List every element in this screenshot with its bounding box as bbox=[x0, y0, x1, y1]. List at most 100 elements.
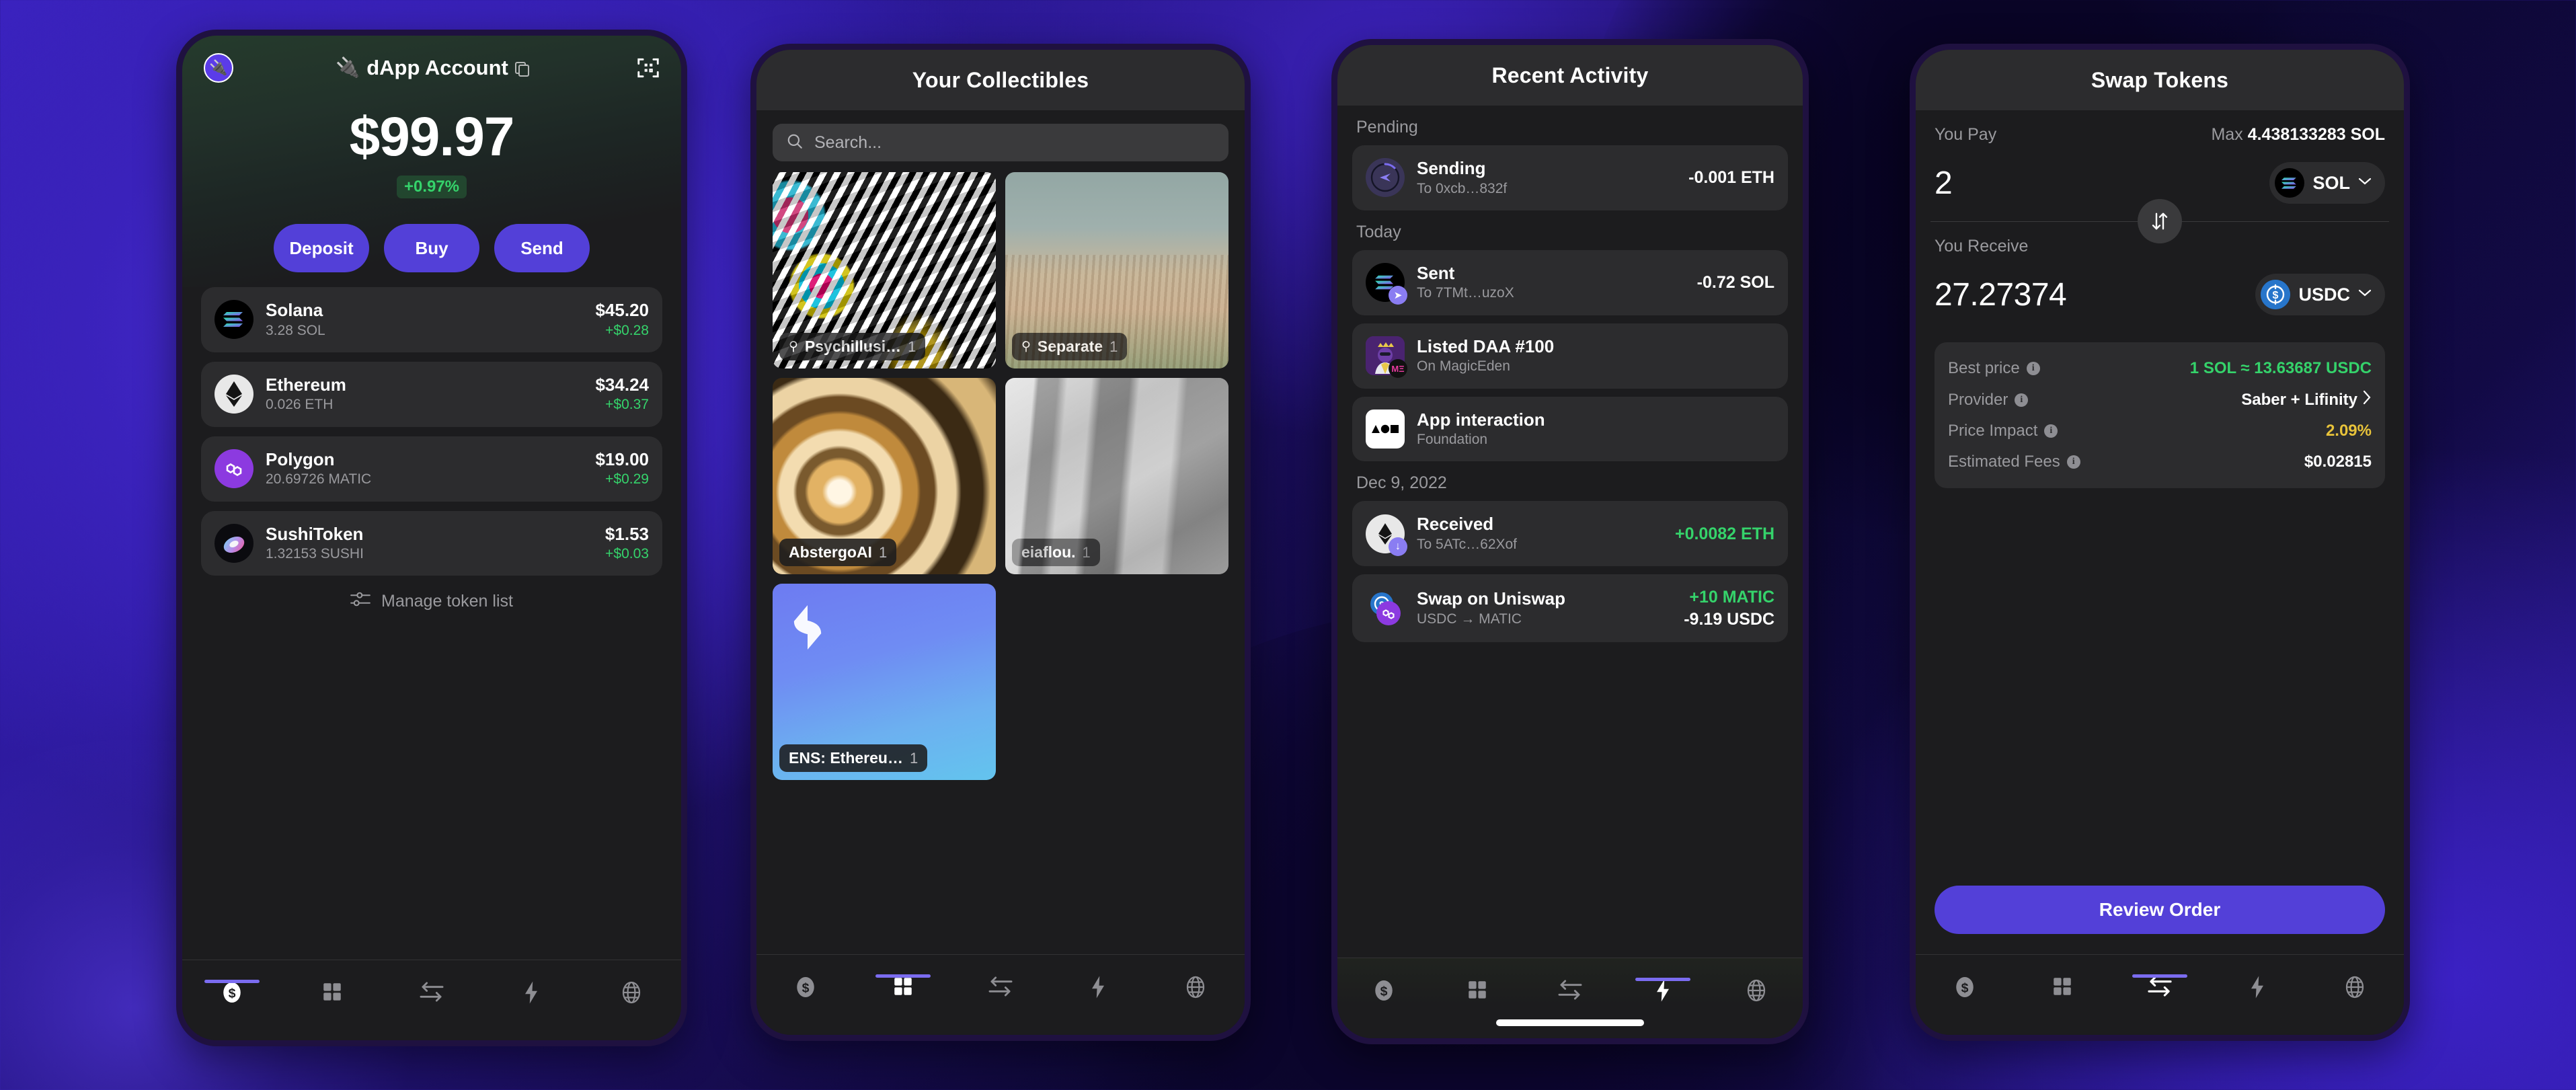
info-icon[interactable]: i bbox=[2066, 455, 2080, 469]
row-values: -0.72 SOL bbox=[1697, 272, 1774, 294]
nft-count: 1 bbox=[1109, 338, 1118, 355]
tab-browser[interactable] bbox=[1725, 978, 1787, 1003]
row-value-secondary: -9.19 USDC bbox=[1684, 609, 1774, 629]
table-row[interactable]: $ Swap on Uniswap USDC → MATIC +10 MATIC… bbox=[1352, 574, 1788, 643]
swap-direction-button[interactable] bbox=[2138, 199, 2182, 243]
estimated-fees-label: Estimated Fees bbox=[1948, 453, 2060, 471]
swap-phone: Swap Tokens You Pay Max 4.438133283 SOL … bbox=[1910, 44, 2410, 1041]
tab-activity[interactable] bbox=[2226, 975, 2288, 999]
max-balance[interactable]: Max 4.438133283 SOL bbox=[2211, 125, 2385, 145]
table-row[interactable]: SushiToken 1.32153 SUSHI $1.53 +$0.03 bbox=[201, 510, 662, 576]
list-item[interactable]: AbstergoAI 1 bbox=[773, 378, 996, 574]
active-tab-indicator bbox=[875, 974, 931, 978]
info-icon[interactable]: i bbox=[2026, 362, 2040, 375]
activity-header: Recent Activity bbox=[1337, 45, 1803, 106]
ethereum-logo-icon: ↓ bbox=[1366, 514, 1407, 556]
row-info: Received To 5ATc…62Xof bbox=[1417, 513, 1663, 554]
tab-activity[interactable] bbox=[1632, 978, 1694, 1003]
scan-qr-icon[interactable] bbox=[635, 55, 661, 81]
nft-name: ENS: Ethereu… bbox=[789, 749, 903, 767]
tab-tokens[interactable]: $ bbox=[1934, 975, 1996, 999]
tab-swap[interactable] bbox=[970, 975, 1031, 998]
receive-token-selector[interactable]: $ USDC bbox=[2255, 274, 2385, 315]
pin-icon: ⚲ bbox=[1021, 340, 1031, 354]
sending-spinner-icon bbox=[1366, 158, 1405, 198]
tab-browser[interactable] bbox=[600, 980, 662, 1005]
nft-name: Separate bbox=[1037, 338, 1103, 355]
token-value: $45.20 bbox=[595, 300, 649, 320]
swap-details: Best price i 1 SOL ≈ 13.63687 USDC Provi… bbox=[1935, 342, 2385, 488]
row-title: Listed DAA #100 bbox=[1417, 336, 1555, 356]
row-title: Sent bbox=[1417, 262, 1455, 283]
table-row[interactable]: Ethereum 0.026 ETH $34.24 +$0.37 bbox=[201, 361, 662, 427]
collectibles-grid: ⚲ Psychillusi… 1 ⚲ Separate 1 AbstergoAI… bbox=[756, 161, 1245, 780]
tab-swap[interactable] bbox=[2129, 974, 2191, 998]
list-item[interactable]: eiaflou. 1 bbox=[1005, 378, 1228, 574]
table-row[interactable]: MΞ Listed DAA #100 On MagicEden bbox=[1352, 323, 1788, 389]
review-order-button[interactable]: Review Order bbox=[1935, 886, 2385, 934]
chevron-down-icon bbox=[2358, 288, 2372, 301]
tab-collectibles[interactable] bbox=[301, 980, 363, 1003]
tab-collectibles[interactable] bbox=[872, 974, 934, 998]
tab-collectibles[interactable] bbox=[2031, 975, 2093, 998]
table-row[interactable]: App interaction Foundation bbox=[1352, 396, 1788, 462]
tab-activity[interactable] bbox=[500, 980, 562, 1005]
solana-logo-icon bbox=[2275, 168, 2305, 198]
table-row[interactable]: Sending To 0xcb…832f -0.001 ETH bbox=[1352, 145, 1788, 210]
token-name: SushiToken bbox=[266, 523, 364, 544]
ethereum-logo-icon bbox=[214, 375, 253, 414]
tab-bar: $ bbox=[1916, 954, 2404, 1035]
sent-badge-icon: ➤ bbox=[1389, 286, 1407, 305]
detail-row-estimated-fees: Estimated Fees i $0.02815 bbox=[1948, 446, 2372, 477]
tab-tokens[interactable]: $ bbox=[775, 975, 836, 999]
table-row[interactable]: ➤ Sent To 7TMt…uzoX -0.72 SOL bbox=[1352, 249, 1788, 315]
active-tab-indicator bbox=[1635, 978, 1691, 981]
row-values: +10 MATIC -9.19 USDC bbox=[1684, 586, 1774, 630]
table-row[interactable]: Polygon 20.69726 MATIC $19.00 +$0.29 bbox=[201, 436, 662, 502]
table-row[interactable]: ↓ Received To 5ATc…62Xof +0.0082 ETH bbox=[1352, 501, 1788, 567]
tab-bar: $ bbox=[756, 954, 1245, 1035]
deposit-button[interactable]: Deposit bbox=[274, 224, 369, 272]
sushi-logo-icon bbox=[214, 523, 253, 563]
copy-icon[interactable] bbox=[514, 61, 529, 77]
swap-screen: Swap Tokens You Pay Max 4.438133283 SOL … bbox=[1916, 50, 2404, 1035]
buy-button[interactable]: Buy bbox=[384, 224, 479, 272]
tab-tokens[interactable]: $ bbox=[1353, 978, 1415, 1003]
info-icon[interactable]: i bbox=[2015, 393, 2029, 407]
receive-amount-value: 27.27374 bbox=[1935, 276, 2067, 313]
table-row[interactable]: Solana 3.28 SOL $45.20 +$0.28 bbox=[201, 287, 662, 352]
row-subtitle: USDC → MATIC bbox=[1417, 611, 1522, 627]
tab-swap[interactable] bbox=[401, 980, 463, 1003]
pay-token-selector[interactable]: SOL bbox=[2269, 162, 2385, 204]
search-input[interactable]: Search... bbox=[773, 124, 1228, 161]
account-name-button[interactable]: 🔌 dApp Account bbox=[336, 56, 529, 80]
account-avatar[interactable]: 🔌 bbox=[204, 53, 233, 83]
list-item[interactable]: ⚲ Separate 1 bbox=[1005, 172, 1228, 368]
list-item[interactable]: ⚲ Psychillusi… 1 bbox=[773, 172, 996, 368]
info-icon[interactable]: i bbox=[2044, 424, 2058, 438]
token-name: Solana bbox=[266, 300, 323, 320]
section-label: Pending bbox=[1356, 118, 1418, 137]
row-value: -0.72 SOL bbox=[1696, 273, 1774, 293]
search-placeholder: Search... bbox=[814, 132, 882, 152]
pay-amount-input[interactable]: 2 bbox=[1935, 165, 1953, 202]
tab-activity[interactable] bbox=[1067, 975, 1129, 999]
tab-browser[interactable] bbox=[2324, 975, 2386, 999]
wallet-actions: Deposit Buy Send bbox=[182, 224, 681, 279]
token-change: +$0.03 bbox=[605, 546, 649, 562]
token-change: +$0.28 bbox=[605, 322, 649, 338]
token-values: $1.53 +$0.03 bbox=[605, 523, 649, 564]
row-subtitle: To 0xcb…832f bbox=[1417, 180, 1508, 196]
tab-swap[interactable] bbox=[1539, 978, 1601, 1001]
manage-token-list-button[interactable]: Manage token list bbox=[201, 590, 662, 613]
tab-browser[interactable] bbox=[1165, 975, 1226, 999]
list-item[interactable]: ENS: Ethereu… 1 bbox=[773, 584, 996, 780]
svg-text:$: $ bbox=[229, 986, 236, 1001]
row-info: Listed DAA #100 On MagicEden bbox=[1417, 336, 1774, 377]
svg-text:$: $ bbox=[802, 981, 809, 996]
send-button[interactable]: Send bbox=[494, 224, 590, 272]
nft-name: eiaflou. bbox=[1021, 543, 1076, 561]
tab-tokens[interactable]: $ bbox=[201, 980, 263, 1005]
tab-collectibles[interactable] bbox=[1446, 978, 1508, 1001]
detail-row-provider[interactable]: Provider i Saber + Lifinity bbox=[1948, 384, 2372, 416]
